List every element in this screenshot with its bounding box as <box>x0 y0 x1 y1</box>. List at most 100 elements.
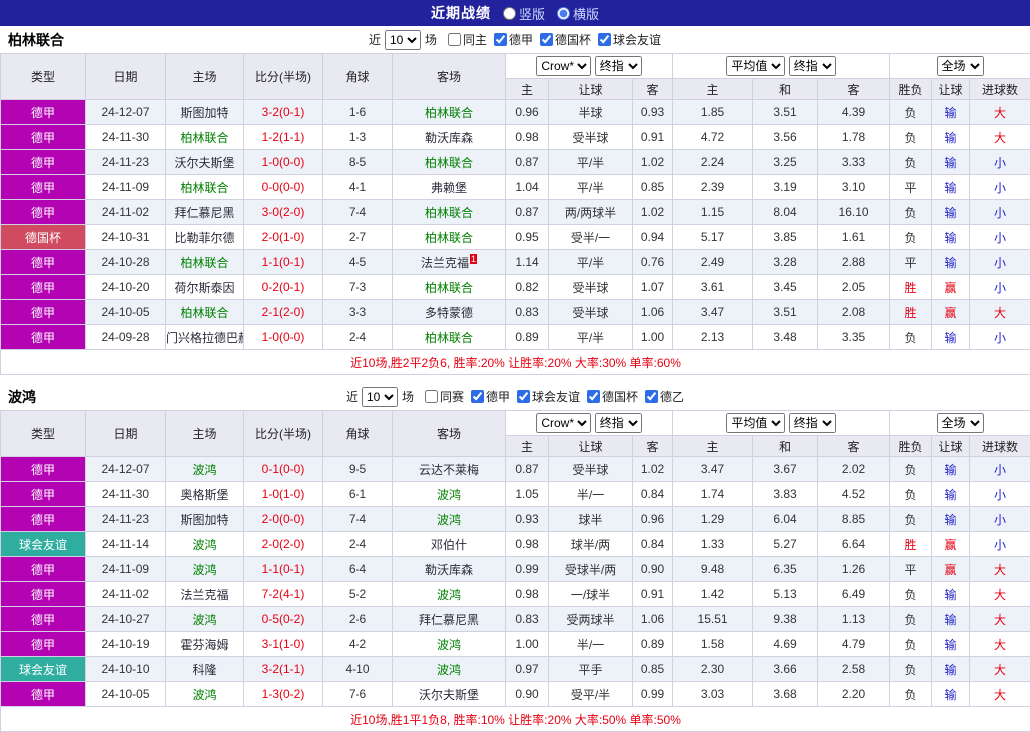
checkbox-同赛[interactable] <box>424 390 438 403</box>
score-link[interactable]: 1-1(0-1) <box>243 249 323 275</box>
full-match-select[interactable]: 全场 <box>936 56 984 76</box>
away-team-link[interactable]: 波鸿 <box>392 581 506 607</box>
view-option-horizontal[interactable]: 横版 <box>557 4 599 23</box>
filter-checkbox-球会友谊[interactable]: 球会友谊 <box>591 31 661 48</box>
score-link[interactable]: 2-1(2-0) <box>243 299 323 325</box>
home-team-link[interactable]: 波鸿 <box>165 606 244 632</box>
score-link[interactable]: 2-0(1-0) <box>243 224 323 250</box>
score-link[interactable]: 2-0(2-0) <box>243 531 323 557</box>
avg-time-select[interactable]: 终指 <box>788 56 836 76</box>
filter-checkbox-德乙[interactable]: 德乙 <box>638 388 684 405</box>
checkbox-label: 同主 <box>462 33 487 47</box>
score-link[interactable]: 1-0(0-0) <box>243 324 323 350</box>
checkbox-同主[interactable] <box>447 33 461 46</box>
score-link[interactable]: 0-2(0-1) <box>243 274 323 300</box>
away-team-link[interactable]: 柏林联合 <box>392 149 506 175</box>
goals-result: 小 <box>969 149 1030 175</box>
score-link[interactable]: 1-0(1-0) <box>243 481 323 507</box>
home-team-link[interactable]: 波鸿 <box>165 531 244 557</box>
full-match-select[interactable]: 全场 <box>936 413 984 433</box>
avg-time-select[interactable]: 终指 <box>788 413 836 433</box>
home-team-link[interactable]: 波鸿 <box>165 681 244 707</box>
away-team-link[interactable]: 波鸿 <box>392 656 506 682</box>
vertical-radio[interactable] <box>502 6 516 20</box>
filter-checkbox-德甲[interactable]: 德甲 <box>487 31 533 48</box>
score-link[interactable]: 7-2(4-1) <box>243 581 323 607</box>
handicap-away-odds: 0.84 <box>631 481 674 507</box>
score-link[interactable]: 1-0(0-0) <box>243 149 323 175</box>
filter-checkbox-同主[interactable]: 同主 <box>441 31 487 48</box>
home-team-link[interactable]: 柏林联合 <box>165 299 244 325</box>
home-team-link[interactable]: 波鸿 <box>165 456 244 482</box>
home-team-link[interactable]: 荷尔斯泰因 <box>165 274 244 300</box>
checkbox-德国杯[interactable] <box>540 33 554 46</box>
score-link[interactable]: 2-0(0-0) <box>243 506 323 532</box>
home-team-link[interactable]: 霍芬海姆 <box>165 631 244 657</box>
home-team-link[interactable]: 门兴格拉德巴赫 <box>165 324 244 350</box>
away-team-link[interactable]: 柏林联合 <box>392 224 506 250</box>
filter-checkbox-德甲[interactable]: 德甲 <box>464 388 510 405</box>
score-link[interactable]: 3-2(1-1) <box>243 656 323 682</box>
checkbox-德甲[interactable] <box>470 390 484 403</box>
match-count-select[interactable]: 10 <box>384 29 421 50</box>
bookmaker-select[interactable]: Crow* <box>536 413 592 433</box>
score-link[interactable]: 0-0(0-0) <box>243 174 323 200</box>
home-team-link[interactable]: 比勒菲尔德 <box>165 224 244 250</box>
away-team-link[interactable]: 勒沃库森 <box>392 124 506 150</box>
away-team-link[interactable]: 邓伯什 <box>392 531 506 557</box>
checkbox-球会友谊[interactable] <box>517 390 530 403</box>
home-team-link[interactable]: 斯图加特 <box>165 99 244 125</box>
home-team-link[interactable]: 科隆 <box>165 656 244 682</box>
match-count-select[interactable]: 10 <box>361 386 398 407</box>
away-team-link[interactable]: 波鸿 <box>392 506 506 532</box>
home-team-link[interactable]: 拜仁慕尼黑 <box>165 199 244 225</box>
away-team-link[interactable]: 云达不莱梅 <box>392 456 506 482</box>
away-team-link[interactable]: 波鸿 <box>392 481 506 507</box>
checkbox-德国杯[interactable] <box>587 390 601 403</box>
score-link[interactable]: 3-1(1-0) <box>243 631 323 657</box>
average-select[interactable]: 平均值 <box>726 56 786 76</box>
filter-checkbox-德国杯[interactable]: 德国杯 <box>533 31 591 48</box>
checkbox-德甲[interactable] <box>494 33 507 46</box>
filter-checkbox-球会友谊[interactable]: 球会友谊 <box>510 388 580 405</box>
away-team-link[interactable]: 勒沃库森 <box>392 556 506 582</box>
home-team-link[interactable]: 柏林联合 <box>165 174 244 200</box>
home-team-link[interactable]: 奥格斯堡 <box>165 481 244 507</box>
horizontal-radio[interactable] <box>557 6 570 20</box>
away-team-link[interactable]: 柏林联合 <box>392 199 506 225</box>
home-team-link[interactable]: 波鸿 <box>165 556 244 582</box>
handicap-line: 球半/两 <box>548 531 633 557</box>
col-header-result: 胜负 <box>889 78 933 100</box>
away-team-link[interactable]: 弗赖堡 <box>392 174 506 200</box>
checkbox-球会友谊[interactable] <box>598 33 612 46</box>
score-link[interactable]: 1-1(0-1) <box>243 556 323 582</box>
score-link[interactable]: 1-2(1-1) <box>243 124 323 150</box>
filter-checkbox-德国杯[interactable]: 德国杯 <box>580 388 638 405</box>
away-team-link[interactable]: 波鸿 <box>392 631 506 657</box>
away-team-link[interactable]: 柏林联合 <box>392 274 506 300</box>
home-team-link[interactable]: 法兰克福 <box>165 581 244 607</box>
average-select[interactable]: 平均值 <box>726 413 786 433</box>
home-team-link[interactable]: 柏林联合 <box>165 124 244 150</box>
home-team-link[interactable]: 柏林联合 <box>165 249 244 275</box>
home-team-link[interactable]: 斯图加特 <box>165 506 244 532</box>
score-link[interactable]: 3-0(2-0) <box>243 199 323 225</box>
away-team-link[interactable]: 柏林联合 <box>392 324 506 350</box>
away-team-link[interactable]: 柏林联合 <box>392 99 506 125</box>
checkbox-德乙[interactable] <box>645 390 659 403</box>
away-team-link[interactable]: 拜仁慕尼黑 <box>392 606 506 632</box>
away-team-link[interactable]: 沃尔夫斯堡 <box>392 681 506 707</box>
odds-time-select[interactable]: 终指 <box>594 56 642 76</box>
home-team-link[interactable]: 沃尔夫斯堡 <box>165 149 244 175</box>
view-option-vertical[interactable]: 竖版 <box>502 4 545 23</box>
odds-time-select[interactable]: 终指 <box>594 413 642 433</box>
bookmaker-select[interactable]: Crow* <box>536 56 592 76</box>
away-team-link[interactable]: 法兰克福 1 <box>392 249 506 275</box>
score-link[interactable]: 0-1(0-0) <box>243 456 323 482</box>
filter-checkbox-同赛[interactable]: 同赛 <box>418 388 464 405</box>
col-header-bet-result: 让球 <box>931 435 971 457</box>
score-link[interactable]: 1-3(0-2) <box>243 681 323 707</box>
score-link[interactable]: 3-2(0-1) <box>243 99 323 125</box>
score-link[interactable]: 0-5(0-2) <box>243 606 323 632</box>
away-team-link[interactable]: 多特蒙德 <box>392 299 506 325</box>
